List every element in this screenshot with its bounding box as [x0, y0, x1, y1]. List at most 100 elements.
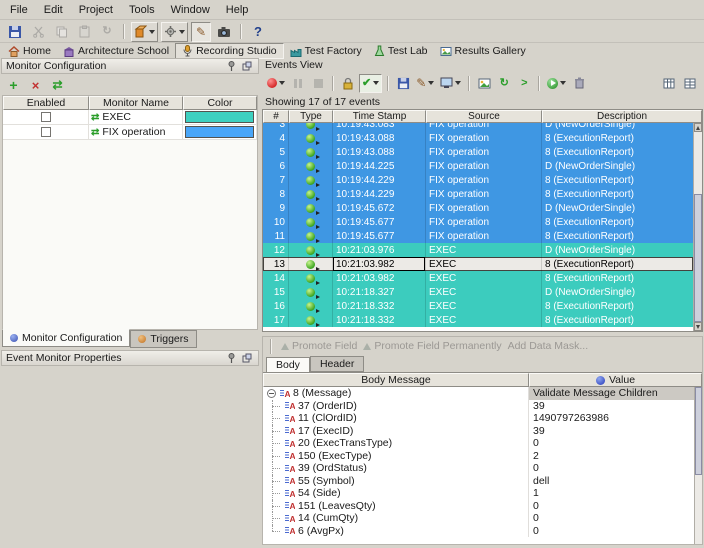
paste-button[interactable] — [74, 22, 94, 42]
column-header-body-message[interactable]: Body Message — [263, 373, 529, 387]
message-field-row[interactable]: A20 (ExecTransType)0 — [263, 437, 694, 450]
event-row-17[interactable]: 1710:21:18.332EXEC8 (ExecutionReport) — [263, 313, 693, 327]
message-field-row[interactable]: A17 (ExecID)39 — [263, 425, 694, 438]
event-row-4[interactable]: 410:19:43.088FIX operation8 (ExecutionRe… — [263, 131, 693, 145]
monitor-color-cell[interactable] — [183, 110, 257, 124]
menu-edit[interactable]: Edit — [36, 1, 71, 19]
scrollbar-thumb[interactable] — [695, 387, 702, 475]
field-value[interactable]: 0 — [529, 525, 694, 538]
edit-mode-toggle-button[interactable]: ✎ — [191, 22, 211, 42]
delete-monitor-button[interactable]: × — [27, 77, 44, 94]
tab-triggers[interactable]: Triggers — [130, 330, 196, 348]
scroll-up-button[interactable] — [694, 123, 702, 132]
field-value[interactable]: 0 — [529, 500, 694, 513]
export-events-button[interactable] — [475, 74, 493, 93]
event-row-9[interactable]: 910:19:45.672FIX operationD (NewOrderSin… — [263, 201, 693, 215]
copy-button[interactable] — [51, 22, 71, 42]
message-field-row[interactable]: A8 (Message)Validate Message Children — [263, 387, 694, 400]
float-window-icon[interactable] — [240, 60, 254, 73]
undo-button[interactable]: ↻ — [97, 22, 117, 42]
field-value[interactable]: 0 — [529, 512, 694, 525]
column-header-timestamp[interactable]: Time Stamp — [333, 110, 426, 123]
save-events-button[interactable] — [394, 74, 412, 93]
grid-settings-button[interactable] — [681, 74, 699, 93]
menu-help[interactable]: Help — [218, 1, 257, 19]
refresh-events-button[interactable]: ↻ — [495, 74, 513, 93]
monitor-color-cell[interactable] — [183, 125, 257, 139]
verify-events-dropdown-button[interactable]: ✔ — [359, 74, 382, 93]
message-field-row[interactable]: A37 (OrderID)39 — [263, 400, 694, 413]
stop-button[interactable] — [309, 74, 327, 93]
tab-recording-studio[interactable]: Recording Studio — [175, 43, 284, 59]
cut-button[interactable] — [28, 22, 48, 42]
event-row-14[interactable]: 1410:21:03.982EXEC8 (ExecutionReport) — [263, 271, 693, 285]
new-asset-dropdown-button[interactable] — [131, 22, 158, 42]
save-button[interactable] — [5, 22, 25, 42]
add-monitor-button[interactable]: + — [5, 77, 22, 94]
event-row-3[interactable]: 310:19:43.083FIX operationD (NewOrderSin… — [263, 123, 693, 131]
event-row-11[interactable]: 1110:19:45.677FIX operation8 (ExecutionR… — [263, 229, 693, 243]
message-field-row[interactable]: A11 (ClOrdID)1490797263986 — [263, 412, 694, 425]
column-chooser-button[interactable] — [660, 74, 678, 93]
menu-project[interactable]: Project — [71, 1, 121, 19]
enabled-checkbox[interactable] — [41, 112, 51, 122]
collapse-toggle-icon[interactable] — [267, 389, 276, 398]
step-forward-button[interactable]: > — [515, 74, 533, 93]
monitor-row[interactable]: ⇄FIX operation — [3, 125, 257, 140]
events-vertical-scrollbar[interactable] — [693, 123, 702, 331]
menu-window[interactable]: Window — [163, 1, 218, 19]
event-row-10[interactable]: 1010:19:45.677FIX operation8 (ExecutionR… — [263, 215, 693, 229]
field-value[interactable]: 39 — [529, 425, 694, 438]
lock-events-button[interactable] — [339, 74, 357, 93]
tab-test-lab[interactable]: Test Lab — [368, 43, 434, 59]
detail-vertical-scrollbar[interactable] — [694, 387, 702, 544]
field-value[interactable]: 39 — [529, 400, 694, 413]
refresh-monitors-button[interactable]: ⇄ — [49, 77, 66, 94]
column-header-monitor-name[interactable]: Monitor Name — [89, 96, 183, 110]
pin-icon[interactable] — [224, 60, 238, 73]
column-header-type[interactable]: Type — [289, 110, 333, 123]
column-header-enabled[interactable]: Enabled — [3, 96, 89, 110]
pause-button[interactable] — [289, 74, 307, 93]
screenshot-button[interactable] — [214, 22, 234, 42]
view-monitor-dropdown-button[interactable] — [438, 74, 463, 93]
tab-results-gallery[interactable]: Results Gallery — [434, 43, 532, 59]
tab-test-factory[interactable]: Test Factory — [284, 43, 368, 59]
event-row-5[interactable]: 510:19:43.088FIX operation8 (ExecutionRe… — [263, 145, 693, 159]
event-row-12[interactable]: 1210:21:03.976EXECD (NewOrderSingle) — [263, 243, 693, 257]
field-value[interactable]: 1 — [529, 487, 694, 500]
promote-field-button[interactable]: Promote Field — [281, 340, 357, 352]
tab-home[interactable]: Home — [2, 43, 57, 59]
field-value[interactable]: 2 — [529, 450, 694, 463]
promote-field-permanently-button[interactable]: Promote Field Permanently — [363, 340, 501, 352]
column-header-source[interactable]: Source — [426, 110, 542, 123]
message-field-row[interactable]: A6 (AvgPx)0 — [263, 525, 694, 538]
event-row-8[interactable]: 810:19:44.229FIX operation8 (ExecutionRe… — [263, 187, 693, 201]
float-window-icon[interactable] — [240, 352, 254, 365]
scroll-down-button[interactable] — [694, 322, 702, 331]
column-header-color[interactable]: Color — [183, 96, 257, 110]
enabled-checkbox[interactable] — [41, 127, 51, 137]
tab-body[interactable]: Body — [266, 357, 310, 373]
edit-event-dropdown-button[interactable]: ✎ — [414, 74, 436, 93]
monitor-row[interactable]: ⇄EXEC — [3, 110, 257, 125]
message-field-row[interactable]: A14 (CumQty)0 — [263, 512, 694, 525]
event-row-6[interactable]: 610:19:44.225FIX operationD (NewOrderSin… — [263, 159, 693, 173]
tab-monitor-configuration[interactable]: Monitor Configuration — [2, 329, 130, 347]
message-field-row[interactable]: A151 (LeavesQty)0 — [263, 500, 694, 513]
tab-architecture-school[interactable]: Architecture School — [57, 43, 175, 59]
field-value[interactable]: 0 — [529, 437, 694, 450]
field-value[interactable]: dell — [529, 475, 694, 488]
message-field-row[interactable]: A54 (Side)1 — [263, 487, 694, 500]
record-dropdown-button[interactable] — [265, 74, 287, 93]
play-dropdown-button[interactable] — [545, 74, 568, 93]
add-data-mask-button[interactable]: Add Data Mask... — [508, 340, 589, 352]
event-row-16[interactable]: 1610:21:18.332EXEC8 (ExecutionReport) — [263, 299, 693, 313]
field-value[interactable]: 1490797263986 — [529, 412, 694, 425]
help-button[interactable]: ? — [248, 22, 268, 42]
column-header-value[interactable]: Value — [529, 373, 702, 387]
delete-events-button[interactable] — [570, 74, 588, 93]
message-field-row[interactable]: A55 (Symbol)dell — [263, 475, 694, 488]
event-row-15[interactable]: 1510:21:18.327EXECD (NewOrderSingle) — [263, 285, 693, 299]
column-header-number[interactable]: # — [263, 110, 289, 123]
